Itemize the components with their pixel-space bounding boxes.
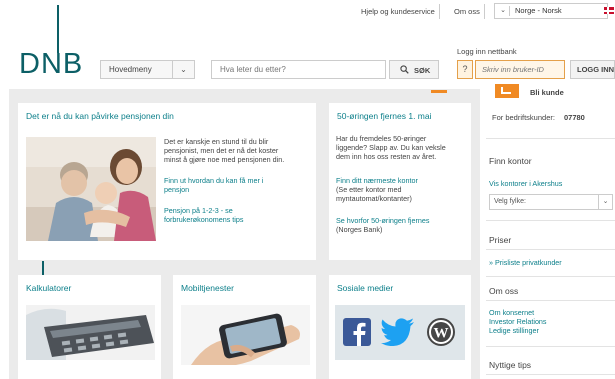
coin-reason-link[interactable]: Se hvorfor 50-øringen fjernes bbox=[336, 216, 429, 225]
logo[interactable]: DNB bbox=[19, 48, 83, 81]
find-office-heading: Finn kontor bbox=[489, 156, 532, 166]
calculators-card[interactable]: Kalkulatorer bbox=[18, 275, 161, 379]
about-group-link[interactable]: Om konsernet bbox=[489, 308, 534, 317]
facebook-icon[interactable] bbox=[343, 318, 371, 346]
investor-relations-link[interactable]: Investor Relations bbox=[489, 317, 547, 326]
mobile-phone-image bbox=[181, 305, 310, 365]
coin-paragraph: Har du fremdeles 50-øringer liggende? Sl… bbox=[336, 134, 446, 161]
top-bar: Hjelp og kundeservice Om oss ⌄ Norge - N… bbox=[0, 0, 615, 26]
about-link[interactable]: Om oss bbox=[450, 4, 485, 19]
social-media-title: Sosiale medier bbox=[337, 283, 394, 293]
main-menu-button[interactable]: Hovedmeny ⌄ bbox=[100, 60, 195, 79]
business-customers-label: For bedriftskunder: bbox=[492, 113, 555, 122]
norway-flag-icon bbox=[604, 7, 614, 14]
social-icons-panel: W bbox=[335, 305, 465, 360]
calculator-image bbox=[26, 305, 155, 360]
sidebar-divider bbox=[486, 346, 615, 347]
pension-more-link[interactable]: Finn ut hvordan du kan få mer i pensjon bbox=[164, 176, 263, 194]
offices-akershus-link[interactable]: Vis kontorer i Akershus bbox=[489, 179, 562, 188]
chevron-down-icon: ⌄ bbox=[598, 195, 612, 209]
prices-heading: Priser bbox=[489, 235, 512, 245]
become-customer-link[interactable]: Bli kunde bbox=[530, 88, 564, 97]
chevron-down-icon: ⌄ bbox=[497, 6, 510, 16]
sidebar-divider bbox=[486, 374, 615, 375]
search-button-label: SØK bbox=[414, 66, 431, 75]
search-input[interactable] bbox=[211, 60, 386, 79]
login-label: Logg inn nettbank bbox=[457, 47, 517, 56]
mobile-services-title: Mobiltjenester bbox=[181, 283, 234, 293]
login-button[interactable]: LOGG INN bbox=[570, 60, 615, 79]
coin-card-title[interactable]: 50-øringen fjernes 1. mai bbox=[337, 111, 432, 121]
language-select[interactable]: ⌄ Norge - Norsk bbox=[494, 3, 608, 19]
price-list-link[interactable]: » Prisliste privatkunder bbox=[489, 258, 562, 267]
language-select-value: Norge - Norsk bbox=[515, 6, 562, 15]
help-link[interactable]: Hjelp og kundeservice bbox=[357, 4, 440, 19]
mobile-services-card[interactable]: Mobiltjenester bbox=[173, 275, 316, 379]
sidebar-divider bbox=[486, 300, 615, 301]
pension-card-title[interactable]: Det er nå du kan påvirke pensjonen din bbox=[26, 111, 174, 121]
page: Hjelp og kundeservice Om oss ⌄ Norge - N… bbox=[0, 0, 615, 379]
find-office-note: (Se etter kontor med myntautomat/kontant… bbox=[336, 185, 412, 203]
login-userid-input[interactable] bbox=[475, 60, 565, 79]
sidebar-divider bbox=[486, 276, 615, 277]
jobs-link[interactable]: Ledige stillinger bbox=[489, 326, 539, 335]
accent-line bbox=[42, 261, 44, 275]
main-menu-label: Hovedmeny bbox=[109, 65, 152, 74]
pension-paragraph: Det er kanskje en stund til du blir pens… bbox=[164, 137, 285, 164]
sidebar-divider bbox=[486, 138, 615, 139]
business-phone: 07780 bbox=[564, 113, 585, 122]
find-office-link[interactable]: Finn ditt nærmeste kontor bbox=[336, 176, 418, 185]
county-select[interactable]: Velg fylke: ⌄ bbox=[489, 194, 613, 210]
search-icon bbox=[400, 65, 409, 74]
about-heading: Om oss bbox=[489, 286, 519, 296]
pension-tips-link[interactable]: Pensjon på 1-2-3 - se forbrukerøkonomens… bbox=[164, 206, 244, 224]
login-help-icon[interactable]: ? bbox=[457, 60, 473, 79]
wordpress-icon[interactable]: W bbox=[427, 318, 455, 346]
search-button[interactable]: SØK bbox=[389, 60, 439, 79]
chevron-down-icon: ⌄ bbox=[172, 61, 194, 78]
coin-card: 50-øringen fjernes 1. mai Har du fremdel… bbox=[329, 103, 471, 260]
become-customer-icon[interactable] bbox=[495, 84, 519, 98]
logo-mark-line bbox=[57, 5, 59, 53]
coin-reason-note: (Norges Bank) bbox=[336, 225, 383, 234]
sidebar-divider bbox=[486, 220, 615, 221]
county-select-value: Velg fylke: bbox=[494, 198, 526, 205]
calculators-title: Kalkulatorer bbox=[26, 283, 72, 293]
pension-card: Det er nå du kan påvirke pensjonen din D… bbox=[18, 103, 316, 260]
svg-text:W: W bbox=[434, 326, 449, 342]
useful-tips-heading: Nyttige tips bbox=[489, 360, 532, 370]
family-photo bbox=[26, 137, 156, 241]
orange-accent bbox=[431, 90, 447, 93]
sidebar-divider bbox=[486, 249, 615, 250]
twitter-icon[interactable] bbox=[381, 318, 415, 346]
social-media-card: Sosiale medier W bbox=[329, 275, 471, 379]
